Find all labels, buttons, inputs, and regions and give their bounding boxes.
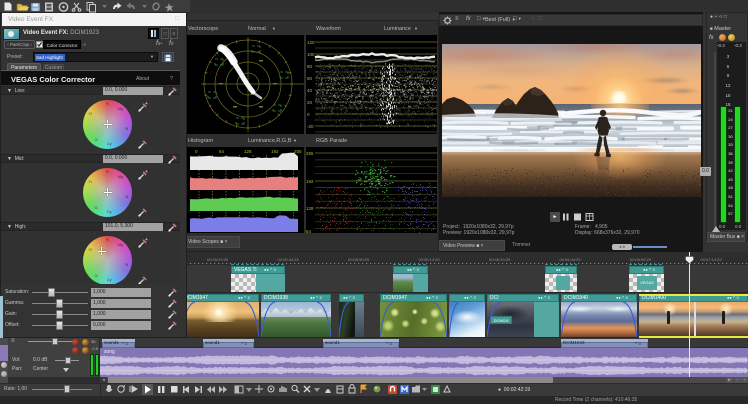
svg-text:60: 60 xyxy=(307,76,313,81)
svg-text:120: 120 xyxy=(307,40,315,45)
svg-text:64: 64 xyxy=(306,229,312,233)
svg-text:80: 80 xyxy=(307,64,313,69)
svg-text:-20: -20 xyxy=(307,124,314,129)
svg-text:00:06:44:29: 00:06:44:29 xyxy=(560,257,582,262)
svg-text:255: 255 xyxy=(306,151,314,156)
svg-text:64: 64 xyxy=(219,149,225,154)
svg-text:128: 128 xyxy=(244,149,252,154)
svg-text:128: 128 xyxy=(306,206,314,211)
svg-text:255: 255 xyxy=(294,149,302,154)
svg-text:20: 20 xyxy=(307,100,313,105)
svg-text:192: 192 xyxy=(306,179,314,184)
svg-text:00:06:59:29: 00:06:59:29 xyxy=(630,257,652,262)
svg-text:00:06:14:29: 00:06:14:29 xyxy=(419,257,441,262)
svg-text:100: 100 xyxy=(307,52,315,57)
svg-text:0: 0 xyxy=(307,112,310,117)
svg-text:40: 40 xyxy=(307,88,313,93)
svg-text:0: 0 xyxy=(195,149,198,154)
svg-text:00:05:44:29: 00:05:44:29 xyxy=(278,257,300,262)
svg-text:00:06:29:29: 00:06:29:29 xyxy=(489,257,511,262)
svg-text:00:05:59:29: 00:05:59:29 xyxy=(348,257,370,262)
svg-text:00:05:29:29: 00:05:29:29 xyxy=(207,257,229,262)
svg-text:00:07:14:29: 00:07:14:29 xyxy=(701,257,723,262)
svg-text:192: 192 xyxy=(271,149,279,154)
